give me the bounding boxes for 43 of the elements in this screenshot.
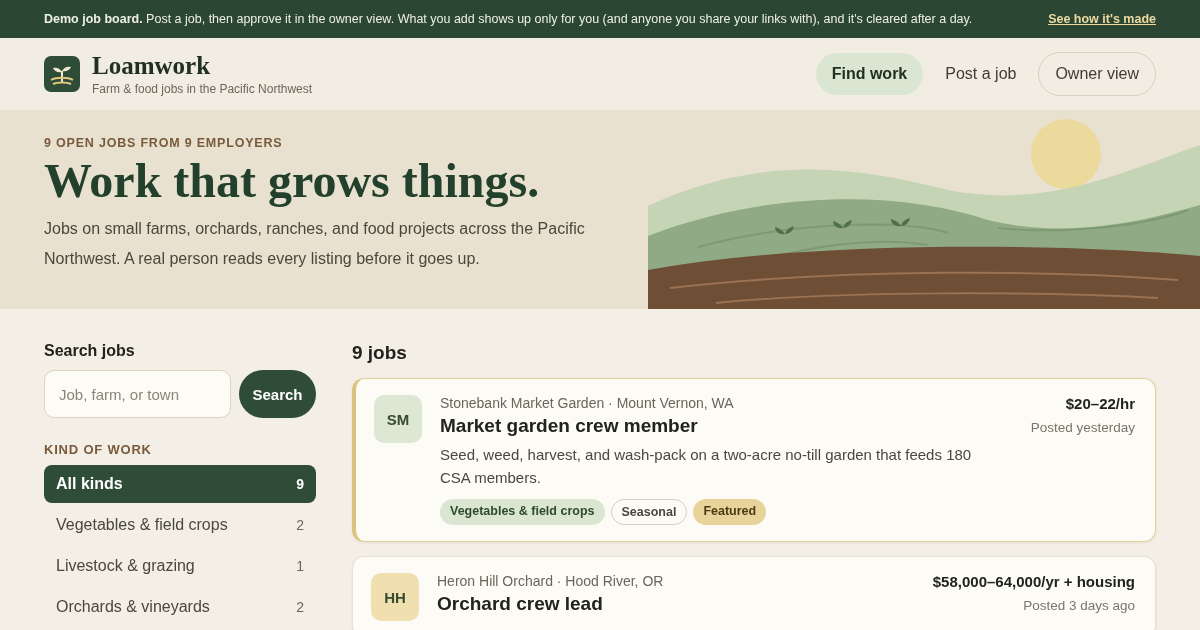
search-field[interactable]: Job, farm, or town <box>44 370 231 418</box>
search-button[interactable]: Search <box>239 370 316 418</box>
job-tag: Seasonal <box>610 499 688 525</box>
employer-location: Heron Hill Orchard · Hood River, OR <box>437 573 665 589</box>
job-card[interactable] <box>352 378 1156 542</box>
filter-label: Vegetables & field crops <box>56 516 228 534</box>
filter-count: 2 <box>296 517 304 533</box>
posted-date: Posted 3 days ago <box>1023 598 1135 613</box>
job-description: Seed, weed, harvest, and wash-pack on a two-acre no-till garden that feeds 180 CSA members. <box>440 445 973 488</box>
employer-location: Stonebank Market Garden · Mount Vernon, WA <box>440 395 735 411</box>
filter-item[interactable]: Livestock & grazing 1 <box>44 547 316 585</box>
brand-name: Loamwork <box>92 52 212 78</box>
filter-count: 1 <box>296 558 304 574</box>
filter-label: All kinds <box>56 475 123 493</box>
job-title: Orchard crew lead <box>437 593 604 615</box>
job-tag: Vegetables & field crops <box>440 499 605 525</box>
employer-initials: SM <box>374 395 422 443</box>
job-pay: $58,000–64,000/yr + housing <box>932 573 1135 590</box>
filter-count: 2 <box>296 599 304 615</box>
sprout-logo-icon <box>44 56 80 92</box>
employer-initials: HH <box>371 573 419 621</box>
job-count-eyebrow: 9 OPEN JOBS FROM 9 EMPLOYERS <box>44 136 284 150</box>
job-pay: $20–22/hr <box>1065 395 1135 412</box>
filter-count: 9 <box>296 476 304 492</box>
filter-item[interactable]: Vegetables & field crops 2 <box>44 506 316 544</box>
search-label: Search jobs <box>44 342 136 360</box>
how-its-made-link[interactable]: See how it's made <box>1048 12 1156 26</box>
job-card[interactable]: HH Heron Hill Orchard · Hood River, OR Orchard crew lead $58,000–64,000/yr + housing Posted 3 days ago <box>352 556 1156 630</box>
demo-notice: Demo job board. Post a job, then approve it in the owner view. What you add shows up only for you (and anyone you share your links with), and it's cleared after a day. <box>44 12 973 26</box>
hero-text: Jobs on small farms, orchards, ranches, and food projects across the Pacific Northwest. A real person reads every listing before it goes up. <box>44 219 586 270</box>
results-count: 9 jobs <box>352 342 408 364</box>
nav-link[interactable]: Find work <box>815 53 924 95</box>
filter-label: Orchards & vineyards <box>56 598 210 616</box>
filter-item[interactable]: All kinds 9 <box>44 465 316 503</box>
posted-date: Posted yesterday <box>1030 420 1135 435</box>
filter-item[interactable]: Orchards & vineyards 2 <box>44 588 316 626</box>
nav-link[interactable]: Post a job <box>929 53 1033 95</box>
job-tag: Featured <box>693 499 767 525</box>
filter-label: Livestock & grazing <box>56 557 195 575</box>
job-title: Market garden crew member <box>440 415 699 437</box>
filter-heading: KIND OF WORK <box>44 442 153 457</box>
brand-tagline: Farm & food jobs in the Pacific Northwest <box>92 81 313 96</box>
hero-title: Work that grows things. <box>44 156 541 207</box>
